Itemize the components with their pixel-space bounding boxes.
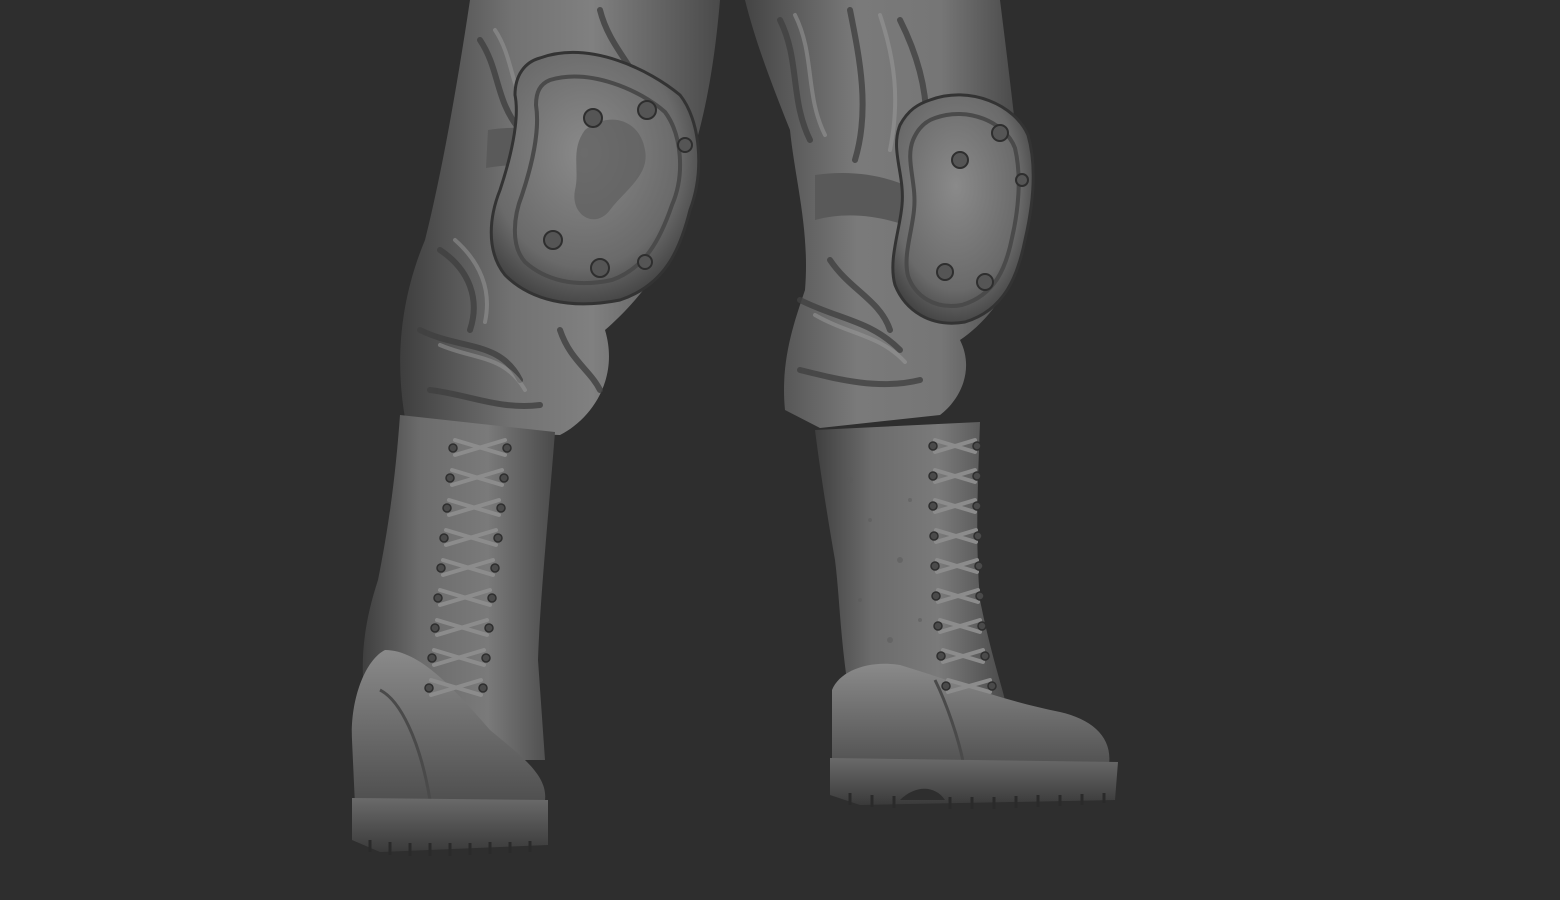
right-leg (745, 0, 1118, 809)
sculpt-render (351, 0, 1118, 856)
left-leg (351, 0, 720, 856)
render-viewport[interactable] (0, 0, 1560, 900)
